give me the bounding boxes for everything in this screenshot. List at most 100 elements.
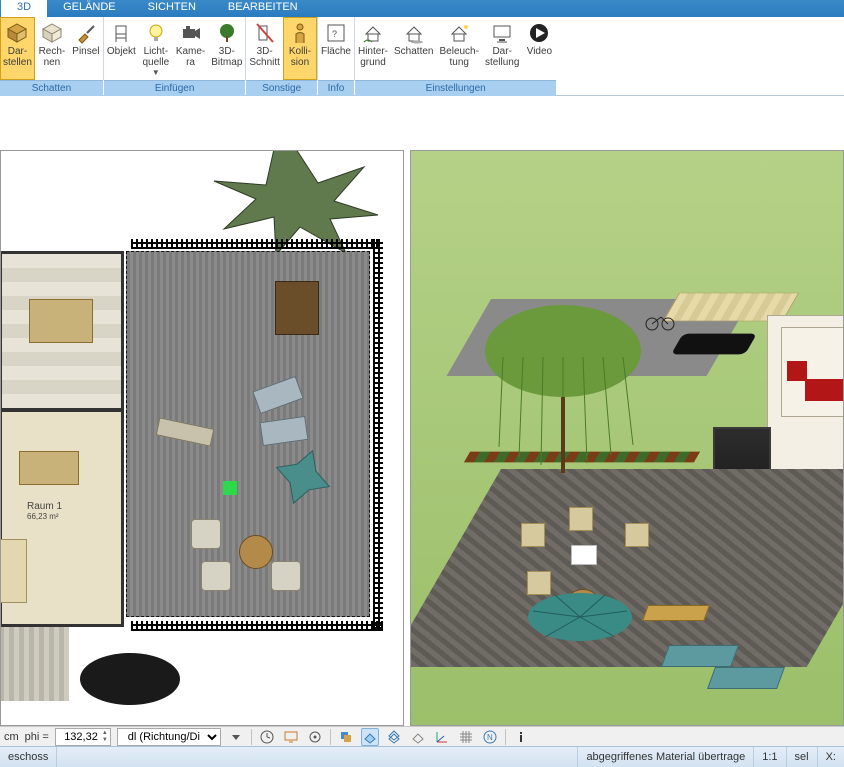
phi-input[interactable]: ▲▼ bbox=[55, 728, 111, 746]
status-mode: sel bbox=[787, 747, 818, 767]
ribbon-group-einstellungen: Hinter- grund Schatten Beleuch- tung Dar… bbox=[355, 17, 556, 96]
svg-text:N: N bbox=[487, 733, 493, 742]
lounger-3d bbox=[707, 667, 785, 689]
bottom-toolbar: cm phi = ▲▼ dl (Richtung/Di N bbox=[0, 726, 844, 746]
snap-edge-icon[interactable] bbox=[385, 728, 403, 746]
unit-label: cm bbox=[4, 731, 19, 743]
pinsel-button[interactable]: Pinsel bbox=[69, 17, 103, 80]
status-scale: 1:1 bbox=[754, 747, 786, 767]
ribbon-group-label: Einfügen bbox=[104, 80, 245, 96]
kollision-button[interactable]: Kolli- sion bbox=[283, 17, 317, 80]
spin-down-icon[interactable]: ▼ bbox=[100, 737, 110, 744]
north-icon[interactable]: N bbox=[481, 728, 499, 746]
rechnen-button[interactable]: Rech- nen bbox=[35, 17, 69, 80]
ribbon-group-sonstige: 3D- Schnitt Kolli- sion Sonstige bbox=[246, 17, 317, 96]
room-area: 66,23 m² bbox=[27, 512, 62, 521]
toolbar-separator bbox=[251, 729, 252, 745]
tab-gelaende[interactable]: GELÄNDE bbox=[47, 0, 132, 17]
ribbon-group-label: Einstellungen bbox=[355, 80, 556, 96]
armchair-2d bbox=[271, 561, 301, 591]
hintergrund-button[interactable]: Hinter- grund bbox=[355, 17, 391, 80]
direction-select[interactable]: dl (Richtung/Di bbox=[117, 728, 221, 746]
layers-icon[interactable] bbox=[337, 728, 355, 746]
view-3d[interactable] bbox=[410, 150, 844, 726]
phi-label: phi = bbox=[25, 731, 49, 743]
video-button[interactable]: Video bbox=[522, 17, 556, 80]
snap-face-icon[interactable] bbox=[361, 728, 379, 746]
armchair-3d bbox=[787, 361, 807, 381]
camera-icon bbox=[179, 21, 203, 45]
bush-2d bbox=[75, 649, 185, 709]
monitor-icon[interactable] bbox=[282, 728, 300, 746]
monitor-icon bbox=[490, 21, 514, 45]
target-icon[interactable] bbox=[306, 728, 324, 746]
kamera-button[interactable]: Kame- ra bbox=[173, 17, 208, 80]
dropdown-button[interactable] bbox=[227, 728, 245, 746]
video-label: Video bbox=[527, 46, 552, 57]
plan-2d-view[interactable]: Raum 1 66,23 m² bbox=[0, 150, 404, 726]
house-landscape-icon bbox=[361, 21, 385, 45]
play-icon bbox=[527, 21, 551, 45]
room-label: Raum 1 66,23 m² bbox=[27, 501, 62, 521]
status-floor: eschoss bbox=[0, 747, 57, 767]
wicker-chair-3d bbox=[521, 523, 545, 547]
bitmap-label: 3D- Bitmap bbox=[211, 46, 242, 68]
lightbulb-icon bbox=[144, 21, 168, 45]
desk-2d bbox=[19, 451, 79, 485]
flaeche-button[interactable]: ? Fläche bbox=[318, 17, 354, 80]
tab-bearbeiten[interactable]: BEARBEITEN bbox=[212, 0, 314, 17]
bench-3d bbox=[642, 605, 710, 621]
info-icon[interactable] bbox=[512, 728, 530, 746]
driveway-2d bbox=[0, 627, 69, 701]
tree-icon bbox=[215, 21, 239, 45]
tab-sichten[interactable]: SICHTEN bbox=[132, 0, 212, 17]
house-shadow-icon bbox=[402, 21, 426, 45]
schatten-settings-button[interactable]: Schatten bbox=[391, 17, 436, 80]
dining-table-2d bbox=[29, 299, 93, 343]
hedge-border bbox=[131, 621, 383, 631]
schnitt-label: 3D- Schnitt bbox=[249, 46, 280, 68]
armchair-2d bbox=[201, 561, 231, 591]
ribbon-group-info: ? Fläche Info bbox=[318, 17, 354, 96]
status-coord: X: bbox=[818, 747, 844, 767]
willow-tree-3d bbox=[473, 297, 653, 477]
lichtquelle-button[interactable]: Licht- quelle ▼ bbox=[139, 17, 173, 80]
spin-up-icon[interactable]: ▲ bbox=[100, 730, 110, 737]
snap-point-icon[interactable] bbox=[409, 728, 427, 746]
lichtquelle-label: Licht- quelle bbox=[142, 46, 169, 68]
kamera-label: Kame- ra bbox=[176, 46, 205, 68]
cube-icon bbox=[5, 21, 29, 45]
toolbar-separator bbox=[330, 729, 331, 745]
phi-value-field[interactable] bbox=[56, 731, 100, 743]
rechnen-label: Rech- nen bbox=[39, 46, 66, 68]
wicker-chair-3d bbox=[569, 507, 593, 531]
armchair-2d bbox=[191, 519, 221, 549]
objekt-label: Objekt bbox=[107, 46, 136, 57]
objekt-button[interactable]: Objekt bbox=[104, 17, 139, 80]
ribbon: Dar- stellen Rech- nen Pinsel Schatten O… bbox=[0, 17, 844, 96]
ribbon-group-label: Info bbox=[318, 80, 354, 96]
clock-icon[interactable] bbox=[258, 728, 276, 746]
ribbon-group-label: Sonstige bbox=[246, 80, 317, 96]
section-icon bbox=[253, 21, 277, 45]
axes-icon[interactable] bbox=[433, 728, 451, 746]
house-light-icon bbox=[447, 21, 471, 45]
workspace: Raum 1 66,23 m² bbox=[0, 96, 844, 726]
bitmap-button[interactable]: 3D- Bitmap bbox=[208, 17, 245, 80]
grid-icon[interactable] bbox=[457, 728, 475, 746]
chair-icon bbox=[109, 21, 133, 45]
outdoor-table-2d bbox=[275, 281, 319, 335]
flaeche-label: Fläche bbox=[321, 46, 351, 57]
ribbon-tabstrip: 3D GELÄNDE SICHTEN BEARBEITEN bbox=[0, 0, 844, 17]
ribbon-group-label: Schatten bbox=[0, 80, 103, 96]
darstellung-button[interactable]: Dar- stellung bbox=[482, 17, 522, 80]
lounger-3d bbox=[661, 645, 739, 667]
beleuchtung-button[interactable]: Beleuch- tung bbox=[436, 17, 481, 80]
cube-outline-icon bbox=[40, 21, 64, 45]
room-name: Raum 1 bbox=[27, 501, 62, 512]
schnitt-button[interactable]: 3D- Schnitt bbox=[246, 17, 283, 80]
dropdown-arrow-icon: ▼ bbox=[152, 68, 160, 77]
toolbar-separator bbox=[505, 729, 506, 745]
tab-3d[interactable]: 3D bbox=[1, 0, 47, 17]
darstellen-button[interactable]: Dar- stellen bbox=[0, 17, 35, 80]
